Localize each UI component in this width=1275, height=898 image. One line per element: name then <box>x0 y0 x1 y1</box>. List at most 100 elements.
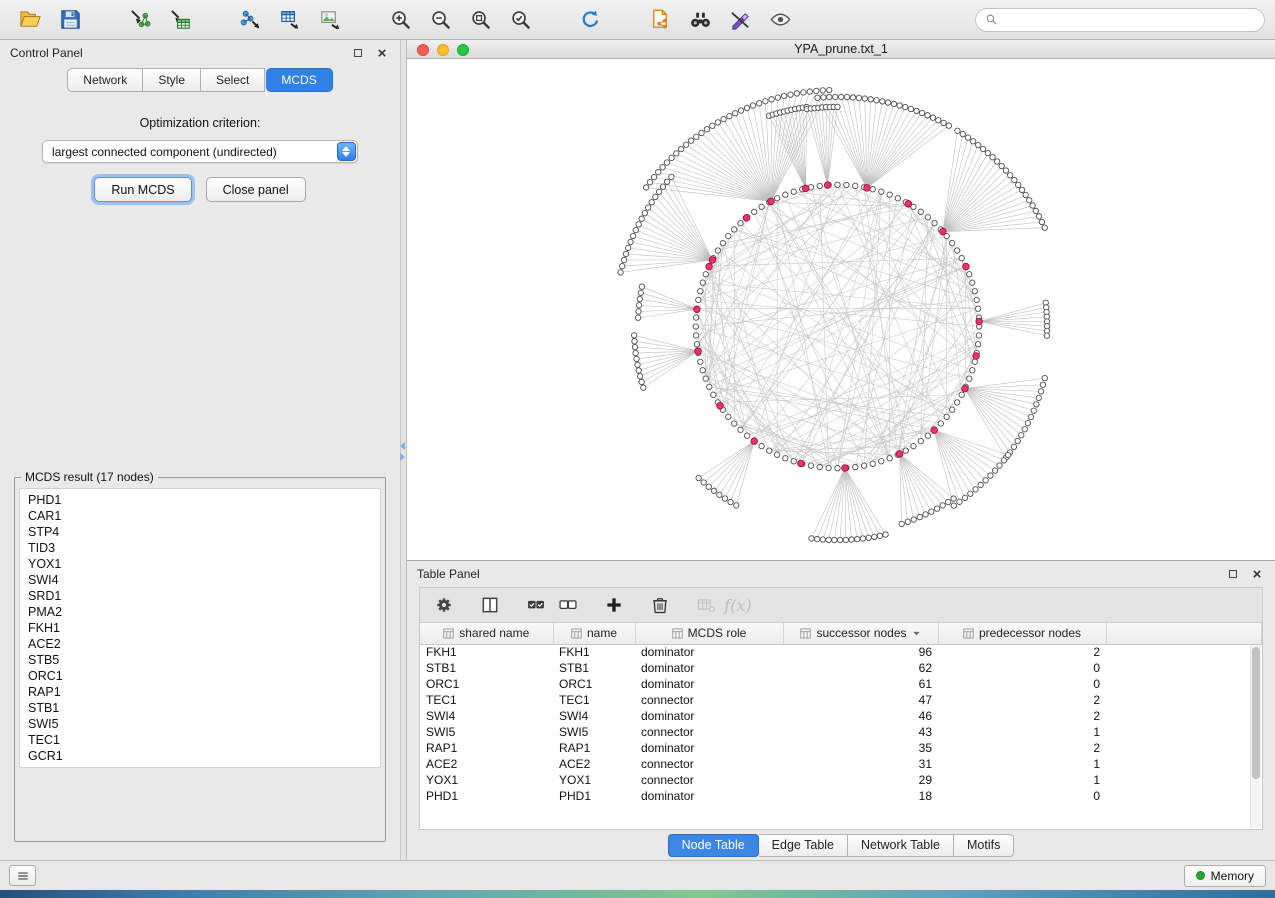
network-canvas[interactable] <box>407 59 1275 560</box>
table-row[interactable]: FKH1FKH1dominator962 <box>420 644 1262 660</box>
zoom-selected-button[interactable] <box>500 4 540 36</box>
show-graphics-details-button[interactable] <box>760 4 800 36</box>
mcds-result-node[interactable]: STP4 <box>20 524 380 540</box>
mcds-result-node[interactable]: SWI5 <box>20 716 380 732</box>
tab-style[interactable]: Style <box>143 68 201 92</box>
export-network-button[interactable] <box>230 4 270 36</box>
first-neighbors-button[interactable] <box>680 4 720 36</box>
table-settings-button[interactable] <box>428 591 460 619</box>
vertical-splitter[interactable] <box>400 40 407 860</box>
mcds-result-node[interactable]: SWI4 <box>20 572 380 588</box>
export-table-button[interactable] <box>270 4 310 36</box>
import-table-button[interactable] <box>160 4 200 36</box>
mcds-result-node[interactable]: GCR1 <box>20 748 380 764</box>
table-row[interactable]: SWI5SWI5connector431 <box>420 724 1262 740</box>
apply-layout-button[interactable] <box>570 4 610 36</box>
optimization-criterion-select[interactable]: largest connected component (undirected) <box>42 140 358 163</box>
float-panel-button[interactable] <box>350 45 366 61</box>
delete-rows-button[interactable] <box>644 591 676 619</box>
column-header-successor-nodes[interactable]: successor nodes <box>783 623 938 644</box>
cell-shared-name: SWI4 <box>420 708 553 724</box>
mcds-result-node[interactable]: STB1 <box>20 700 380 716</box>
split-columns-button[interactable] <box>474 591 506 619</box>
column-grid-icon <box>963 628 974 639</box>
mcds-result-node[interactable]: ORC1 <box>20 668 380 684</box>
mcds-result-node[interactable]: STB5 <box>20 652 380 668</box>
mcds-result-node[interactable]: PHD1 <box>20 492 380 508</box>
mcds-result-node[interactable]: TEC1 <box>20 732 380 748</box>
zoom-in-button[interactable] <box>380 4 420 36</box>
float-table-panel-button[interactable] <box>1225 566 1241 582</box>
deselect-all-button[interactable] <box>552 591 584 619</box>
select-all-button[interactable] <box>520 591 552 619</box>
mcds-result-node[interactable]: CAR1 <box>20 508 380 524</box>
search-box[interactable] <box>975 8 1265 32</box>
table-scrollbar[interactable] <box>1250 645 1261 828</box>
column-header-mcds-role[interactable]: MCDS role <box>635 623 783 644</box>
mcds-result-node[interactable]: SRD1 <box>20 588 380 604</box>
table-row[interactable]: SWI4SWI4dominator462 <box>420 708 1262 724</box>
cell-mcds-role: connector <box>635 756 783 772</box>
zoom-fit-button[interactable] <box>460 4 500 36</box>
column-header-name[interactable]: name <box>553 623 635 644</box>
maximize-window-button[interactable] <box>457 44 469 56</box>
column-label: MCDS role <box>688 626 747 640</box>
save-session-button[interactable] <box>50 4 90 36</box>
table-row[interactable]: RAP1RAP1dominator352 <box>420 740 1262 756</box>
add-row-button[interactable] <box>598 591 630 619</box>
table-row[interactable]: PHD1PHD1dominator180 <box>420 788 1262 804</box>
toolbar-group <box>120 4 200 36</box>
control-panel-title: Control Panel <box>10 46 83 60</box>
table-row[interactable]: ACE2ACE2connector311 <box>420 756 1262 772</box>
import-network-button[interactable] <box>120 4 160 36</box>
column-header-shared-name[interactable]: shared name <box>420 623 553 644</box>
export-image-icon <box>319 8 342 31</box>
cell-filler <box>1106 724 1262 740</box>
mcds-result-node[interactable]: YOX1 <box>20 556 380 572</box>
mcds-result-node[interactable]: TID3 <box>20 540 380 556</box>
zoom-out-button[interactable] <box>420 4 460 36</box>
collapse-left-icon <box>400 442 405 450</box>
splitter-collapse-handle[interactable] <box>400 442 405 461</box>
tab-network[interactable]: Network <box>67 68 143 92</box>
mcds-result-node[interactable]: ACE2 <box>20 636 380 652</box>
search-input[interactable] <box>1004 13 1255 27</box>
cell-mcds-role: dominator <box>635 708 783 724</box>
memory-button[interactable]: Memory <box>1184 865 1266 887</box>
run-mcds-button[interactable]: Run MCDS <box>94 177 191 202</box>
close-panel-button[interactable]: Close panel <box>206 177 306 202</box>
cell-predecessor-nodes: 2 <box>938 644 1106 660</box>
table-row[interactable]: STB1STB1dominator620 <box>420 660 1262 676</box>
table-row[interactable]: YOX1YOX1connector291 <box>420 772 1262 788</box>
tab-network-table[interactable]: Network Table <box>848 834 954 857</box>
mcds-result-node[interactable]: PMA2 <box>20 604 380 620</box>
minimize-window-button[interactable] <box>437 44 449 56</box>
tab-motifs[interactable]: Motifs <box>954 834 1014 857</box>
table-toolbar-group <box>474 591 506 619</box>
close-table-panel-button[interactable]: × <box>1249 566 1265 582</box>
table-row[interactable]: ORC1ORC1dominator610 <box>420 676 1262 692</box>
tab-mcds[interactable]: MCDS <box>266 68 332 92</box>
cell-filler <box>1106 644 1262 660</box>
cell-shared-name: SWI5 <box>420 724 553 740</box>
mcds-result-node[interactable]: FKH1 <box>20 620 380 636</box>
status-menu-button[interactable] <box>9 865 36 886</box>
close-panel-icon-button[interactable]: × <box>374 45 390 61</box>
cell-name: STB1 <box>553 660 635 676</box>
toggle-graphics-button[interactable] <box>720 4 760 36</box>
tab-select[interactable]: Select <box>201 68 265 92</box>
cell-filler <box>1106 756 1262 772</box>
tab-edge-table[interactable]: Edge Table <box>759 834 848 857</box>
cell-name: TEC1 <box>553 692 635 708</box>
mcds-result-group: MCDS result (17 nodes) PHD1CAR1STP4TID3Y… <box>14 470 386 842</box>
close-window-button[interactable] <box>417 44 429 56</box>
export-image-button[interactable] <box>310 4 350 36</box>
cell-shared-name: RAP1 <box>420 740 553 756</box>
share-network-button[interactable] <box>640 4 680 36</box>
table-row[interactable]: TEC1TEC1connector472 <box>420 692 1262 708</box>
mcds-result-node[interactable]: RAP1 <box>20 684 380 700</box>
open-session-button[interactable] <box>10 4 50 36</box>
scrollbar-thumb[interactable] <box>1252 647 1260 779</box>
column-header-predecessor-nodes[interactable]: predecessor nodes <box>938 623 1106 644</box>
tab-node-table[interactable]: Node Table <box>668 834 759 857</box>
